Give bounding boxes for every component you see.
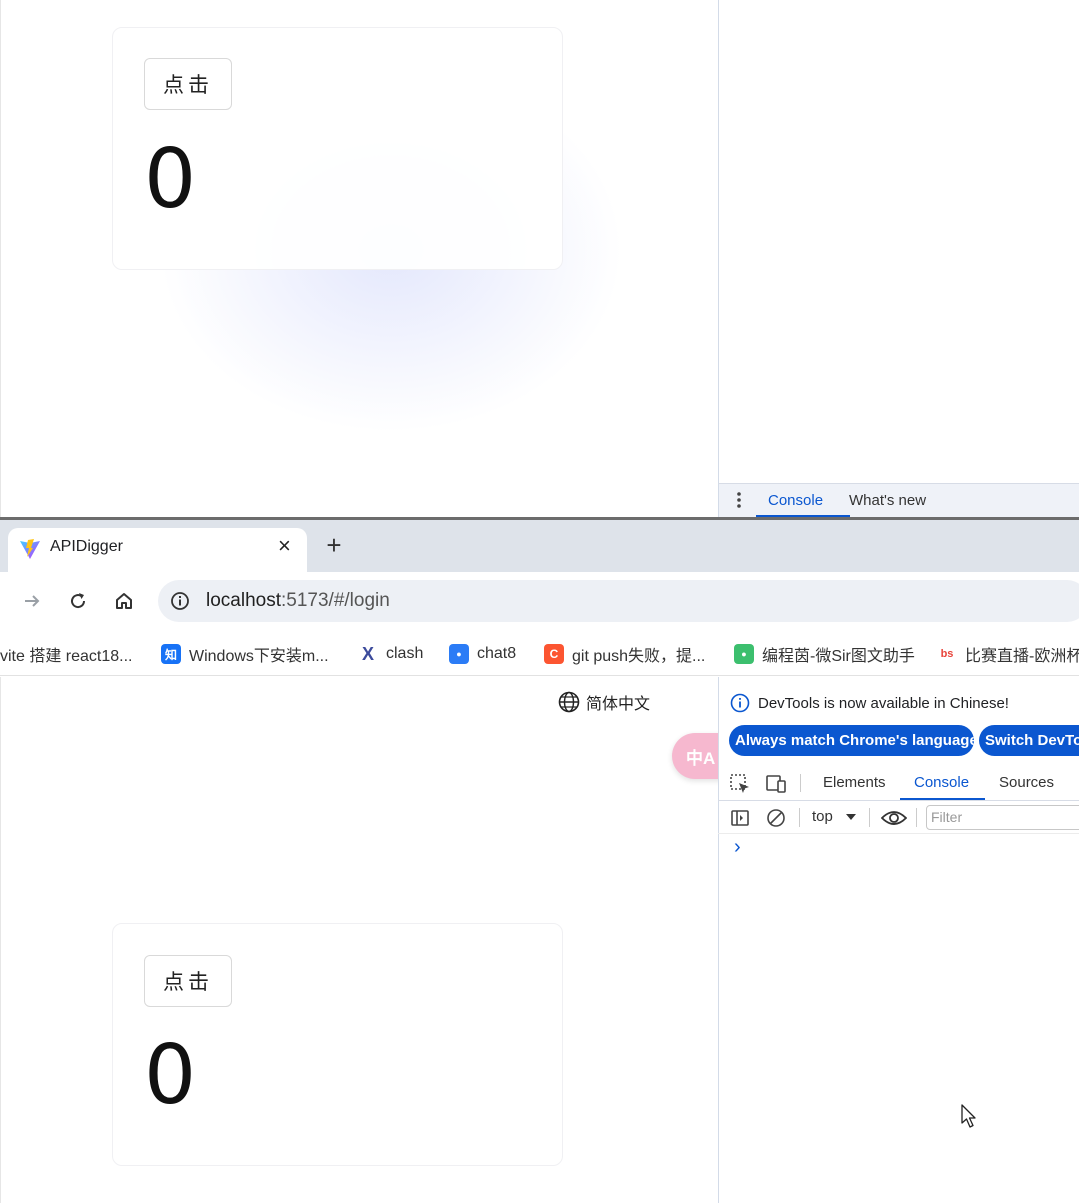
bookmark-chat8[interactable]: ● chat8 — [449, 642, 516, 666]
counter-value: 0 — [144, 1028, 197, 1123]
devtools-tabs: Elements Console Sources — [718, 766, 1079, 801]
url-path: :5173/#/login — [281, 590, 390, 611]
tab-console[interactable]: Console — [914, 774, 969, 791]
bookmark-label: clash — [386, 645, 424, 662]
reload-icon[interactable] — [66, 589, 90, 613]
drawer-tab-whats-new[interactable]: What's new — [849, 492, 926, 509]
bookmark-label: 编程茵-微Sir图文助手 — [762, 648, 915, 665]
toolbar-separator-3 — [916, 808, 917, 827]
always-match-language-button[interactable]: Always match Chrome's language — [729, 725, 974, 756]
csdn-icon: C — [544, 644, 564, 664]
new-tab-button[interactable]: + — [323, 530, 345, 561]
translate-icon: 中A — [686, 748, 716, 768]
tab-elements[interactable]: Elements — [823, 774, 886, 791]
bookmark-label: vite 搭建 react18... — [0, 648, 133, 665]
bookmark-git-push[interactable]: C git push失败，提... — [544, 642, 705, 666]
site-info-icon[interactable] — [169, 590, 191, 612]
counter-value-top: 0 — [144, 132, 197, 227]
browser-tab[interactable]: APIDigger × — [8, 528, 307, 572]
language-label: 简体中文 — [586, 696, 651, 713]
zhihu-icon: 知 — [161, 644, 181, 664]
vite-logo-icon — [18, 537, 42, 561]
tab-separator — [800, 774, 801, 792]
chat-icon: ● — [449, 644, 469, 664]
devtools-panel-top — [718, 0, 1079, 517]
bookmarks-bar: vite 搭建 react18... 知 Windows下安装m... X cl… — [0, 632, 1079, 676]
click-button[interactable]: 点击 — [144, 955, 232, 1007]
kebab-menu-icon[interactable] — [731, 490, 747, 510]
drawer-tab-console[interactable]: Console — [768, 492, 823, 509]
wechat-icon: ● — [734, 644, 754, 664]
dropdown-arrow-icon — [845, 813, 856, 820]
switch-devtools-button[interactable]: Switch DevTo — [979, 725, 1079, 756]
bookmark-windows[interactable]: 知 Windows下安装m... — [161, 642, 329, 666]
mouse-cursor-icon — [960, 1103, 978, 1134]
devtools-drawer-bar: Console What's new — [718, 483, 1079, 517]
forward-arrow-icon[interactable] — [20, 589, 44, 613]
bookmark-wechat-helper[interactable]: ● 编程茵-微Sir图文助手 — [734, 642, 915, 666]
address-bar[interactable]: localhost:5173/#/login — [158, 580, 1079, 622]
bookmark-label: git push失败，提... — [572, 648, 706, 665]
bookmark-vite[interactable]: vite 搭建 react18... — [0, 642, 133, 666]
tab-close-icon[interactable]: × — [278, 533, 291, 559]
context-label: top — [812, 808, 833, 825]
url-host: localhost — [206, 590, 281, 611]
toolbar-separator-2 — [869, 808, 870, 827]
console-prompt-icon[interactable]: › — [734, 836, 741, 859]
toolbar-separator — [799, 808, 800, 827]
bookmark-sports[interactable]: bs 比赛直播-欧洲杯 — [937, 642, 1079, 666]
sports-icon: bs — [940, 648, 954, 660]
globe-icon — [558, 691, 580, 713]
device-toolbar-icon[interactable] — [764, 772, 788, 796]
tab-sources[interactable]: Sources — [999, 774, 1054, 791]
inspect-element-icon[interactable] — [728, 772, 752, 796]
translate-float-button[interactable]: 中A — [672, 733, 724, 779]
bookmark-label: 比赛直播-欧洲杯 — [965, 648, 1079, 665]
info-icon — [730, 693, 750, 713]
active-tab-underline — [900, 798, 985, 800]
url-text: localhost:5173/#/login — [206, 590, 390, 612]
context-selector[interactable]: top — [812, 808, 857, 825]
live-expression-eye-icon[interactable] — [880, 806, 908, 830]
x-icon: X — [361, 643, 374, 664]
clear-console-icon[interactable] — [764, 806, 788, 830]
bookmark-clash[interactable]: X clash — [358, 642, 423, 666]
language-switcher[interactable]: 简体中文 — [558, 690, 650, 714]
bookmark-label: chat8 — [477, 645, 517, 662]
devtools-language-infobar: DevTools is now available in Chinese! — [730, 691, 1009, 715]
home-icon[interactable] — [112, 589, 136, 613]
sidebar-toggle-icon[interactable] — [728, 806, 752, 830]
info-text: DevTools is now available in Chinese! — [758, 694, 1009, 712]
console-filter-input[interactable]: Filter — [926, 805, 1079, 830]
click-button-top[interactable]: 点击 — [144, 58, 232, 110]
tab-title: APIDigger — [50, 538, 123, 555]
bookmark-label: Windows下安装m... — [189, 648, 329, 665]
